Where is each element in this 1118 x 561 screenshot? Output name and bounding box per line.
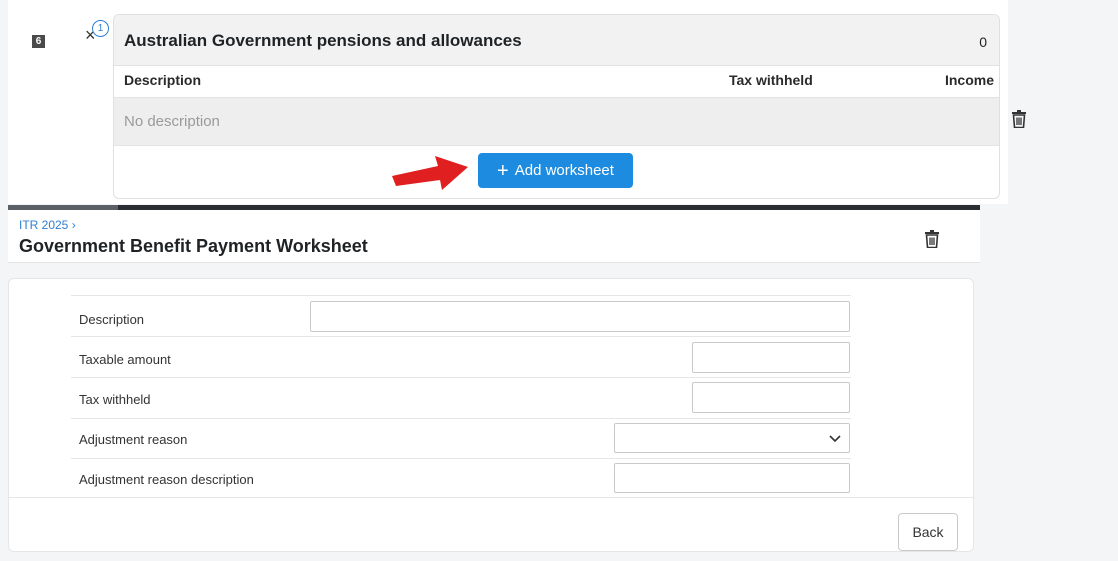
tax-withheld-input[interactable] bbox=[692, 382, 850, 413]
column-header-income: Income bbox=[944, 72, 994, 88]
chevron-down-icon bbox=[829, 435, 841, 443]
column-header-description: Description bbox=[124, 72, 202, 88]
empty-description-text: No description bbox=[124, 113, 220, 130]
section-total: 0 bbox=[979, 34, 987, 50]
adjustment-reason-description-label: Adjustment reason description bbox=[79, 472, 254, 487]
tax-withheld-label: Tax withheld bbox=[79, 392, 151, 407]
form-row-tax-withheld: Tax withheld bbox=[71, 378, 851, 419]
count-badge: 1 bbox=[92, 20, 109, 37]
add-worksheet-button[interactable]: + Add worksheet bbox=[478, 153, 633, 188]
form-row-description: Description bbox=[71, 296, 851, 337]
divider bbox=[9, 497, 973, 498]
form-row-taxable-amount: Taxable amount bbox=[71, 337, 851, 378]
description-input[interactable] bbox=[310, 301, 850, 332]
trash-icon[interactable] bbox=[1012, 110, 1026, 128]
pensions-section-panel: 6 × 1 Australian Government pensions and… bbox=[8, 0, 1026, 204]
adjustment-reason-label: Adjustment reason bbox=[79, 432, 188, 447]
description-label: Description bbox=[79, 312, 145, 327]
breadcrumb[interactable]: ITR 2025 › bbox=[19, 218, 76, 232]
worksheet-panel: ITR 2025 › Government Benefit Payment Wo… bbox=[8, 205, 980, 561]
trash-icon[interactable] bbox=[925, 230, 939, 248]
row-number-badge: 6 bbox=[32, 35, 45, 48]
taxable-amount-label: Taxable amount bbox=[79, 352, 171, 367]
form-row-adjustment-reason-description: Adjustment reason description bbox=[71, 459, 851, 498]
red-arrow-icon bbox=[392, 156, 468, 190]
table-row[interactable]: No description bbox=[114, 97, 999, 146]
column-header-tax-withheld: Tax withheld bbox=[729, 72, 813, 88]
section-header: Australian Government pensions and allow… bbox=[114, 15, 999, 66]
page-title: Government Benefit Payment Worksheet bbox=[19, 236, 368, 256]
adjustment-reason-description-input[interactable] bbox=[614, 463, 850, 493]
add-worksheet-label: Add worksheet bbox=[514, 162, 614, 179]
worksheet-header: ITR 2025 › Government Benefit Payment Wo… bbox=[8, 210, 980, 263]
section-title: Australian Government pensions and allow… bbox=[124, 31, 522, 50]
plus-icon: + bbox=[497, 159, 509, 182]
form-row-adjustment-reason: Adjustment reason bbox=[71, 419, 851, 459]
worksheet-form-card: Description Taxable amount Tax withheld … bbox=[8, 278, 974, 552]
back-button[interactable]: Back bbox=[898, 513, 958, 551]
adjustment-reason-select[interactable] bbox=[614, 423, 850, 453]
taxable-amount-input[interactable] bbox=[692, 342, 850, 373]
